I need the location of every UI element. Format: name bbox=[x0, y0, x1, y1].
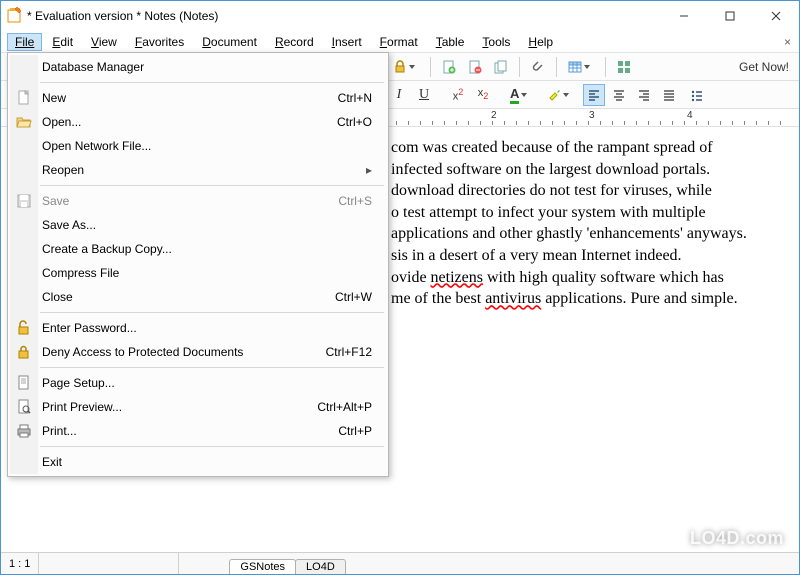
menu-item-print[interactable]: Print...Ctrl+P bbox=[10, 419, 386, 443]
font-color-button[interactable]: A bbox=[506, 84, 540, 106]
italic-button[interactable]: I bbox=[388, 84, 410, 106]
page-remove-button[interactable] bbox=[464, 56, 486, 78]
get-now-link[interactable]: Get Now! bbox=[733, 60, 795, 74]
maximize-button[interactable] bbox=[707, 1, 753, 31]
menu-item-close[interactable]: CloseCtrl+W bbox=[10, 285, 386, 309]
title-bar: * Evaluation version * Notes (Notes) bbox=[1, 1, 799, 31]
menu-item-save: SaveCtrl+S bbox=[10, 189, 386, 213]
menu-table[interactable]: Table bbox=[428, 33, 473, 51]
spelling-error: antivirus bbox=[485, 290, 541, 307]
superscript-button[interactable]: x2 bbox=[447, 84, 469, 106]
lock-button[interactable] bbox=[389, 56, 423, 78]
subscript-button[interactable]: x2 bbox=[472, 84, 494, 106]
spelling-error: netizens bbox=[431, 269, 483, 286]
menu-item-print-preview[interactable]: Print Preview...Ctrl+Alt+P bbox=[10, 395, 386, 419]
align-justify-button[interactable] bbox=[658, 84, 680, 106]
unlock-icon bbox=[15, 319, 33, 337]
menu-item-db-manager[interactable]: Database Manager bbox=[10, 55, 386, 79]
menu-item-backup-copy[interactable]: Create a Backup Copy... bbox=[10, 237, 386, 261]
app-icon bbox=[7, 7, 23, 26]
document-tabs: GSNotes LO4D bbox=[229, 553, 344, 574]
status-bar: 1 : 1 GSNotes LO4D bbox=[1, 552, 799, 574]
align-right-button[interactable] bbox=[633, 84, 655, 106]
menu-insert[interactable]: Insert bbox=[324, 33, 370, 51]
menu-format[interactable]: Format bbox=[372, 33, 426, 51]
menu-file[interactable]: File bbox=[7, 33, 42, 51]
menu-item-exit[interactable]: Exit bbox=[10, 450, 386, 474]
menu-item-open[interactable]: Open...Ctrl+O bbox=[10, 110, 386, 134]
page-setup-icon bbox=[15, 374, 33, 392]
folder-open-icon bbox=[15, 113, 33, 131]
menu-item-deny-access[interactable]: Deny Access to Protected DocumentsCtrl+F… bbox=[10, 340, 386, 364]
menu-item-compress[interactable]: Compress File bbox=[10, 261, 386, 285]
menubar-close-button[interactable]: × bbox=[776, 33, 799, 51]
page-copy-button[interactable] bbox=[490, 56, 512, 78]
window-title: * Evaluation version * Notes (Notes) bbox=[23, 9, 661, 23]
underline-button[interactable]: U bbox=[413, 84, 435, 106]
tab-lo4d[interactable]: LO4D bbox=[295, 559, 346, 574]
document-text[interactable]: com was created because of the rampant s… bbox=[371, 127, 799, 320]
menu-item-page-setup[interactable]: Page Setup... bbox=[10, 371, 386, 395]
menu-document[interactable]: Document bbox=[194, 33, 265, 51]
minimize-button[interactable] bbox=[661, 1, 707, 31]
file-menu-dropdown: Database Manager NewCtrl+N Open...Ctrl+O… bbox=[7, 52, 389, 477]
page-add-button[interactable] bbox=[438, 56, 460, 78]
close-button[interactable] bbox=[753, 1, 799, 31]
grid-button[interactable] bbox=[613, 56, 635, 78]
save-icon bbox=[15, 192, 33, 210]
menu-bar: File Edit View Favorites Document Record… bbox=[1, 31, 799, 53]
table-insert-button[interactable] bbox=[564, 56, 598, 78]
submenu-arrow-icon: ▸ bbox=[366, 163, 376, 177]
menu-record[interactable]: Record bbox=[267, 33, 322, 51]
bullet-list-button[interactable] bbox=[686, 84, 708, 106]
cursor-position: 1 : 1 bbox=[1, 553, 39, 574]
menu-item-save-as[interactable]: Save As... bbox=[10, 213, 386, 237]
print-icon bbox=[15, 422, 33, 440]
menu-view[interactable]: View bbox=[83, 33, 125, 51]
highlight-button[interactable] bbox=[543, 84, 577, 106]
menu-item-new[interactable]: NewCtrl+N bbox=[10, 86, 386, 110]
menu-item-reopen[interactable]: Reopen▸ bbox=[10, 158, 386, 182]
menu-item-open-network[interactable]: Open Network File... bbox=[10, 134, 386, 158]
print-preview-icon bbox=[15, 398, 33, 416]
menu-tools[interactable]: Tools bbox=[474, 33, 518, 51]
lock-icon bbox=[15, 343, 33, 361]
new-document-icon bbox=[15, 89, 33, 107]
align-center-button[interactable] bbox=[608, 84, 630, 106]
menu-favorites[interactable]: Favorites bbox=[127, 33, 192, 51]
align-left-button[interactable] bbox=[583, 84, 605, 106]
menu-edit[interactable]: Edit bbox=[44, 33, 81, 51]
attachment-button[interactable] bbox=[527, 56, 549, 78]
menu-help[interactable]: Help bbox=[520, 33, 561, 51]
tab-gsnotes[interactable]: GSNotes bbox=[229, 559, 296, 574]
menu-item-enter-password[interactable]: Enter Password... bbox=[10, 316, 386, 340]
